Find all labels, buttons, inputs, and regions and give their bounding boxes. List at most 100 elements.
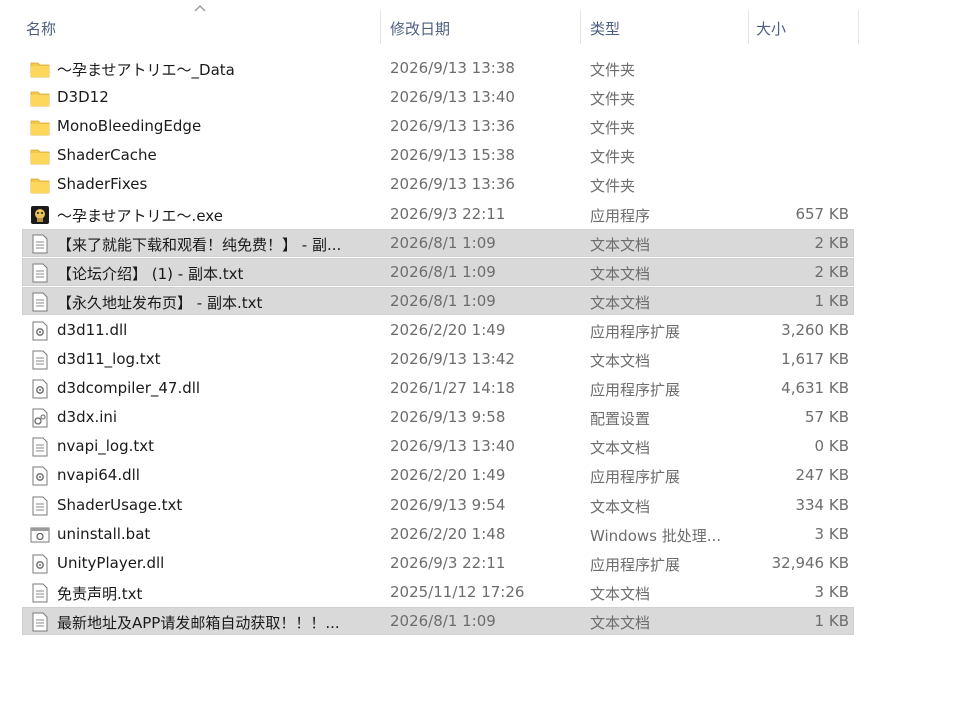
- file-size: 32,946 KB: [771, 553, 849, 572]
- file-row[interactable]: ShaderUsage.txt 2026/9/13 9:54 文本文档 334 KB: [22, 491, 854, 519]
- file-name: 【论坛介绍】 (1) - 副本.txt: [57, 264, 244, 283]
- dll-file-icon: [30, 321, 50, 341]
- sort-ascending-icon: [194, 5, 206, 12]
- file-size: 334 KB: [795, 495, 849, 514]
- file-row[interactable]: ～孕ませアトリエ～_Data 2026/9/13 13:38 文件夹: [22, 54, 854, 82]
- file-date-modified: 2026/9/13 15:38: [390, 146, 515, 165]
- file-type: 应用程序扩展: [590, 322, 681, 341]
- file-name: 【来了就能下载和观看！纯免费！】 - 副...: [57, 235, 342, 254]
- file-date-modified: 2026/8/1 1:09: [390, 262, 496, 281]
- app-icon: [30, 205, 50, 225]
- file-name: ～孕ませアトリエ～.exe: [57, 206, 223, 225]
- file-date-modified: 2026/9/13 13:36: [390, 175, 515, 194]
- file-row[interactable]: 最新地址及APP请发邮箱自动获取！！！... 2026/8/1 1:09 文本文档 1…: [22, 606, 854, 635]
- text-file-icon: [30, 437, 50, 457]
- file-row[interactable]: UnityPlayer.dll 2026/9/3 22:11 应用程序扩展 32,94…: [22, 549, 854, 577]
- file-date-modified: 2026/9/13 13:42: [390, 350, 515, 368]
- file-size: 3,260 KB: [781, 320, 849, 339]
- column-divider[interactable]: [748, 10, 749, 44]
- text-file-icon: [30, 234, 50, 254]
- file-size: 3 KB: [814, 524, 849, 543]
- file-name: d3d11_log.txt: [57, 350, 161, 368]
- file-name: 最新地址及APP请发邮箱自动获取！！！...: [57, 613, 340, 632]
- file-name: ～孕ませアトリエ～_Data: [57, 61, 235, 79]
- file-date-modified: 2026/1/27 14:18: [390, 379, 515, 398]
- dll-file-icon: [30, 554, 50, 574]
- file-date-modified: 2026/9/13 13:40: [390, 88, 515, 107]
- file-size: 1 KB: [814, 611, 849, 630]
- file-name: nvapi64.dll: [57, 466, 140, 485]
- dll-file-icon: [30, 466, 50, 486]
- file-name: 【永久地址发布页】 - 副本.txt: [57, 293, 263, 312]
- file-size: 0 KB: [814, 437, 849, 456]
- file-name: d3dcompiler_47.dll: [57, 379, 201, 398]
- column-divider[interactable]: [580, 10, 581, 44]
- text-file-icon: [30, 292, 50, 312]
- file-row[interactable]: ShaderCache 2026/9/13 15:38 文件夹: [22, 141, 854, 169]
- file-row[interactable]: 【永久地址发布页】 - 副本.txt 2026/8/1 1:09 文本文档 1 KB: [22, 286, 854, 315]
- file-type: Windows 批处理...: [590, 526, 722, 545]
- column-header-type[interactable]: 类型: [590, 18, 620, 39]
- file-type: 文本文档: [590, 439, 651, 458]
- file-type: 文本文档: [590, 584, 651, 603]
- file-row[interactable]: 免责声明.txt 2025/11/12 17:26 文本文档 3 KB: [22, 578, 854, 606]
- file-row[interactable]: D3D12 2026/9/13 13:40 文件夹: [22, 83, 854, 111]
- file-size: 57 KB: [805, 408, 849, 427]
- file-name: ShaderUsage.txt: [57, 495, 183, 514]
- file-name: UnityPlayer.dll: [57, 553, 165, 572]
- text-file-icon: [30, 350, 50, 370]
- folder-icon: [30, 88, 50, 108]
- file-date-modified: 2026/2/20 1:49: [390, 320, 506, 339]
- file-type: 文本文档: [590, 352, 651, 370]
- file-date-modified: 2026/8/1 1:09: [390, 611, 496, 630]
- file-size: 657 KB: [795, 204, 849, 223]
- file-date-modified: 2025/11/12 17:26: [390, 582, 525, 601]
- file-name: ShaderFixes: [57, 175, 148, 194]
- folder-icon: [30, 146, 50, 166]
- file-row[interactable]: nvapi64.dll 2026/2/20 1:49 应用程序扩展 247 KB: [22, 461, 854, 489]
- file-row[interactable]: ～孕ませアトリエ～.exe 2026/9/3 22:11 应用程序 657 KB: [22, 200, 854, 228]
- column-divider[interactable]: [858, 10, 859, 44]
- file-date-modified: 2026/9/3 22:11: [390, 553, 506, 572]
- folder-icon: [30, 59, 50, 79]
- file-date-modified: 2026/9/13 13:40: [390, 437, 515, 456]
- file-type: 文件夹: [590, 61, 636, 79]
- ini-file-icon: [30, 408, 50, 428]
- dll-file-icon: [30, 379, 50, 399]
- file-row[interactable]: d3dx.ini 2026/9/13 9:58 配置设置 57 KB: [22, 403, 854, 431]
- file-name: d3d11.dll: [57, 320, 128, 339]
- text-file-icon: [30, 583, 50, 603]
- column-header-bar: 名称 修改日期 类型 大小: [0, 0, 860, 46]
- file-size: 1 KB: [814, 291, 849, 310]
- file-name: ShaderCache: [57, 146, 157, 165]
- file-type: 文本文档: [590, 613, 651, 632]
- column-divider[interactable]: [380, 10, 381, 44]
- text-file-icon: [30, 263, 50, 283]
- file-size: 247 KB: [795, 466, 849, 485]
- file-row[interactable]: nvapi_log.txt 2026/9/13 13:40 文本文档 0 KB: [22, 432, 854, 460]
- file-type: 应用程序: [590, 206, 651, 225]
- file-type: 配置设置: [590, 410, 651, 429]
- column-header-date[interactable]: 修改日期: [390, 18, 450, 39]
- file-row[interactable]: MonoBleedingEdge 2026/9/13 13:36 文件夹: [22, 112, 854, 140]
- column-header-size[interactable]: 大小: [756, 18, 786, 39]
- file-row[interactable]: 【论坛介绍】 (1) - 副本.txt 2026/8/1 1:09 文本文档 2 KB: [22, 257, 854, 286]
- column-header-name[interactable]: 名称: [26, 18, 56, 39]
- file-row[interactable]: d3d11.dll 2026/2/20 1:49 应用程序扩展 3,260 KB: [22, 316, 854, 344]
- file-size: 2 KB: [814, 233, 849, 252]
- file-name: d3dx.ini: [57, 408, 118, 427]
- file-date-modified: 2026/8/1 1:09: [390, 233, 496, 252]
- file-date-modified: 2026/9/13 13:36: [390, 117, 515, 136]
- file-row[interactable]: d3dcompiler_47.dll 2026/1/27 14:18 应用程序扩展 4…: [22, 374, 854, 402]
- text-file-icon: [30, 612, 50, 632]
- file-size: 1,617 KB: [781, 350, 849, 368]
- file-row[interactable]: 【来了就能下载和观看！纯免费！】 - 副... 2026/8/1 1:09 文本文档…: [22, 228, 854, 257]
- file-type: 应用程序扩展: [590, 381, 681, 400]
- file-date-modified: 2026/2/20 1:49: [390, 466, 506, 485]
- file-row[interactable]: ShaderFixes 2026/9/13 13:36 文件夹: [22, 170, 854, 198]
- file-row[interactable]: uninstall.bat 2026/2/20 1:48 Windows 批处理..…: [22, 520, 854, 548]
- file-type: 文件夹: [590, 177, 636, 196]
- file-row[interactable]: d3d11_log.txt 2026/9/13 13:42 文本文档 1,617 KB: [22, 345, 854, 373]
- file-date-modified: 2026/9/3 22:11: [390, 204, 506, 223]
- file-date-modified: 2026/9/13 9:58: [390, 408, 506, 427]
